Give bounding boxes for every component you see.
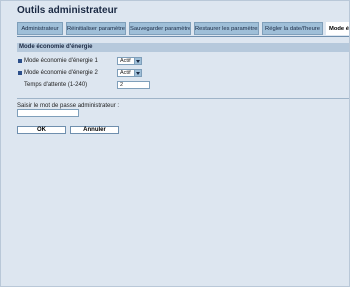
cancel-button[interactable]: Annuler: [70, 126, 119, 134]
ok-button[interactable]: OK: [17, 126, 66, 134]
tab-regler-date-heure[interactable]: Régler la date/l'heure: [262, 22, 323, 35]
bullet-icon: [18, 71, 22, 75]
section-header-energy-saver: Mode économie d'énergie: [17, 43, 349, 52]
password-input[interactable]: [17, 109, 79, 117]
tab-bar: Administrateur Réinitialiser paramètres …: [17, 22, 349, 36]
timeout-label: Temps d'attente (1-240): [24, 82, 88, 88]
bullet-icon: [18, 59, 22, 63]
admin-tools-window: Outils administrateur Administrateur Réi…: [0, 0, 350, 287]
tab-mode-eco[interactable]: Mode éco: [326, 22, 349, 35]
energy-mode-1-label: Mode économie d'énergie 1: [24, 58, 98, 64]
chevron-down-icon[interactable]: [134, 57, 142, 65]
tab-sauvegarder-parametres[interactable]: Sauvegarder paramètres: [129, 22, 191, 35]
timeout-input[interactable]: 2: [117, 81, 150, 89]
tab-restaurer-parametres[interactable]: Restaurer les paramètres: [194, 22, 259, 35]
divider: [17, 98, 349, 99]
chevron-down-icon[interactable]: [134, 69, 142, 77]
tab-reinitialiser-parametres[interactable]: Réinitialiser paramètres: [66, 22, 126, 35]
energy-mode-2-label: Mode économie d'énergie 2: [24, 70, 98, 76]
page-title: Outils administrateur: [17, 5, 118, 16]
tab-underline: [17, 36, 349, 37]
tab-administrateur[interactable]: Administrateur: [17, 22, 63, 35]
